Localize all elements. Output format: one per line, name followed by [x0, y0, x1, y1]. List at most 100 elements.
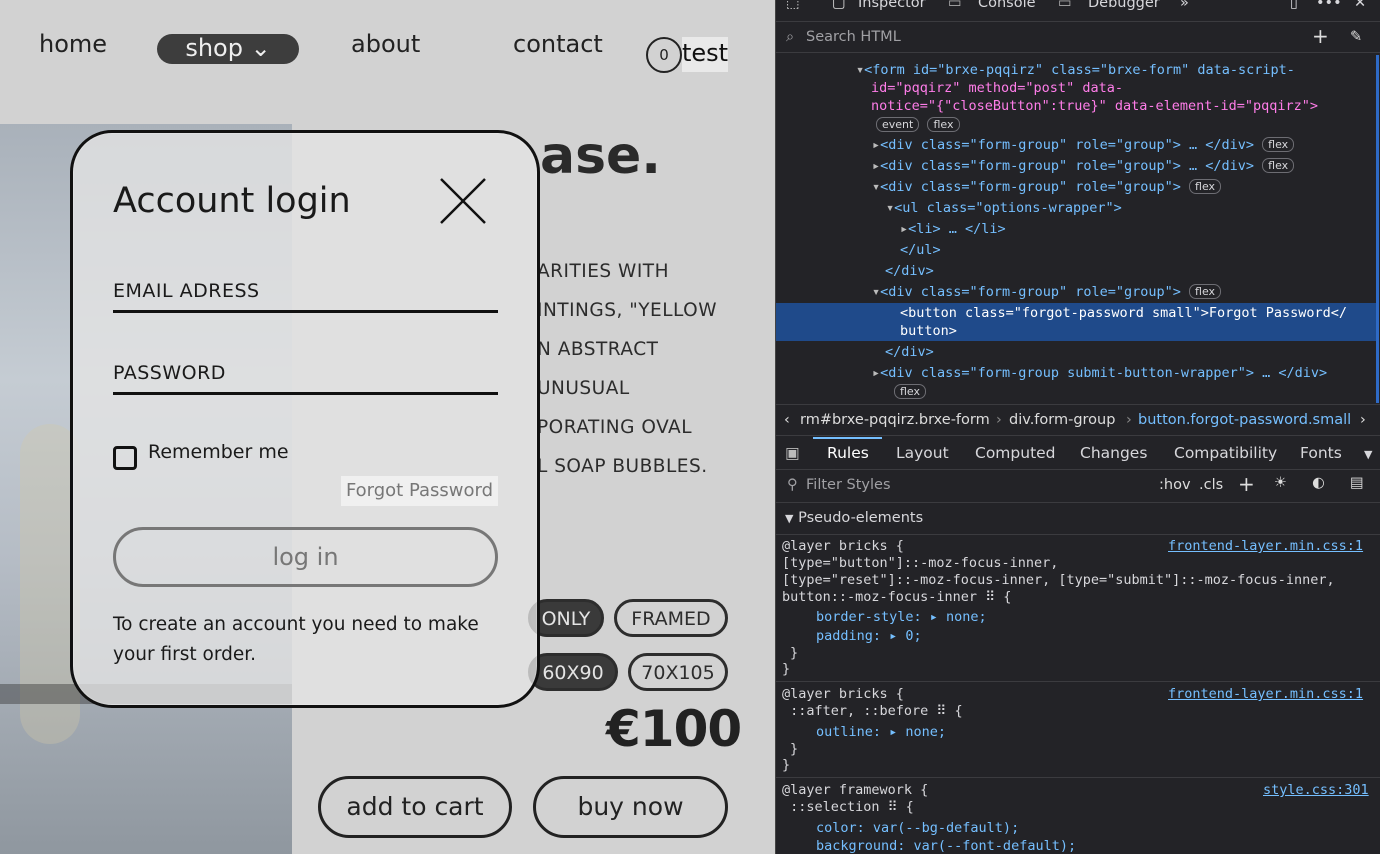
- buy-now-button[interactable]: buy now: [533, 776, 728, 838]
- rule-declaration[interactable]: background: var(--font-default);: [816, 838, 1076, 854]
- website-viewport: home shop ⌄ about contact 0 test ase. AR…: [0, 0, 775, 854]
- tab-debugger[interactable]: Debugger: [1088, 0, 1160, 11]
- dark-mode-icon[interactable]: ◐: [1312, 475, 1325, 491]
- breadcrumb-separator-icon: ›: [996, 412, 1002, 428]
- sidebar-toggle-icon[interactable]: ▣: [785, 444, 800, 462]
- element-picker-icon[interactable]: ⬚: [786, 0, 800, 11]
- html-search-input[interactable]: Search HTML: [806, 29, 901, 45]
- nav-shop-link[interactable]: shop ⌄: [157, 34, 299, 64]
- description-line: ARITIES WITH: [537, 261, 669, 282]
- tree-line[interactable]: ▾<div class="form-group" role="group"> f…: [872, 178, 1222, 196]
- rule-selector[interactable]: ::after, ::before ⠿ {: [782, 703, 962, 720]
- light-mode-icon[interactable]: ☀: [1274, 475, 1287, 491]
- size-option-60x90[interactable]: 60X90: [528, 653, 618, 691]
- dock-icon[interactable]: ▯: [1290, 0, 1298, 11]
- remember-me-label[interactable]: Remember me: [148, 441, 289, 463]
- rule-selector[interactable]: [type="button"]::-moz-focus-inner, [type…: [782, 555, 1335, 606]
- nav-about-link[interactable]: about: [351, 30, 420, 58]
- tab-rules[interactable]: Rules: [827, 444, 869, 462]
- breadcrumb-next-icon[interactable]: ›: [1360, 412, 1366, 428]
- active-tab-indicator: [813, 437, 882, 439]
- divider: [776, 681, 1380, 682]
- rule-declaration[interactable]: outline: ▸ none;: [816, 724, 946, 741]
- rule-brace: }: [782, 757, 791, 773]
- tree-line[interactable]: </div>: [885, 343, 934, 361]
- tab-inspector[interactable]: Inspector: [858, 0, 926, 11]
- tree-line-selected[interactable]: <button class="forgot-password small">Fo…: [900, 304, 1347, 322]
- rule-layer: @layer bricks {: [782, 686, 904, 702]
- rule-declaration[interactable]: border-style: ▸ none;: [816, 609, 987, 626]
- filter-styles-bar: ⚲ Filter Styles :hov .cls + ☀ ◐ ▤: [776, 471, 1380, 503]
- tree-line[interactable]: ▸<div class="form-group submit-button-wr…: [872, 364, 1327, 382]
- devtools-panel: ⬚ ▢ Inspector ▭ Console ▭ Debugger » ▯ •…: [775, 0, 1380, 854]
- eyedropper-icon[interactable]: ✎: [1350, 29, 1362, 45]
- rule-source-link[interactable]: frontend-layer.min.css:1: [1168, 538, 1363, 555]
- tree-line-selected[interactable]: button>: [900, 322, 957, 340]
- menu-icon[interactable]: •••: [1316, 0, 1342, 11]
- rules-panel: ▼ Pseudo-elements @layer bricks { fronte…: [776, 504, 1380, 854]
- add-node-icon[interactable]: +: [1312, 24, 1329, 48]
- print-media-icon[interactable]: ▤: [1350, 475, 1364, 491]
- format-option-framed[interactable]: FRAMED: [614, 599, 728, 637]
- tree-line[interactable]: ▾<div class="form-group" role="group"> f…: [872, 283, 1222, 301]
- tree-line[interactable]: ▸<div class="form-group" role="group"> ……: [872, 136, 1295, 154]
- product-title: ase.: [540, 126, 662, 186]
- breadcrumb: ‹ rm#brxe-pqqirz.brxe-form › div.form-gr…: [776, 404, 1380, 436]
- tab-compatibility[interactable]: Compatibility: [1174, 444, 1277, 462]
- tab-fonts[interactable]: Fonts: [1300, 444, 1342, 462]
- add-to-cart-button[interactable]: add to cart: [318, 776, 512, 838]
- hover-state-toggle[interactable]: :hov: [1159, 477, 1191, 493]
- description-line: PORATING OVAL: [537, 417, 693, 438]
- rule-selector[interactable]: ::selection ⠿ {: [782, 799, 914, 816]
- tree-badges[interactable]: event flex: [876, 116, 960, 134]
- password-field[interactable]: [113, 392, 498, 395]
- cart-count-badge[interactable]: 0: [646, 37, 682, 73]
- remember-me-checkbox[interactable]: [113, 446, 137, 470]
- nav-test-link[interactable]: test: [682, 37, 728, 72]
- pseudo-elements-header[interactable]: ▼ Pseudo-elements: [785, 510, 923, 527]
- devtools-toolbar: ⬚ ▢ Inspector ▭ Console ▭ Debugger » ▯ •…: [776, 0, 1380, 22]
- tree-line[interactable]: ▾<form id="brxe-pqqirz" class="brxe-form…: [856, 61, 1295, 79]
- divider: [776, 777, 1380, 778]
- close-icon[interactable]: [439, 177, 487, 225]
- email-field[interactable]: [113, 310, 498, 313]
- rule-declaration[interactable]: padding: ▸ 0;: [816, 628, 922, 645]
- size-option-70x105[interactable]: 70X105: [628, 653, 728, 691]
- tree-line[interactable]: id="pqqirz" method="post" data-: [871, 79, 1123, 97]
- rule-brace: }: [790, 645, 799, 661]
- add-rule-icon[interactable]: +: [1238, 472, 1255, 496]
- login-button[interactable]: log in: [113, 527, 498, 587]
- description-line: L SOAP BUBBLES.: [537, 456, 708, 477]
- tab-changes[interactable]: Changes: [1080, 444, 1147, 462]
- tab-layout[interactable]: Layout: [896, 444, 949, 462]
- breadcrumb-prev-icon[interactable]: ‹: [784, 412, 790, 428]
- tab-computed[interactable]: Computed: [975, 444, 1056, 462]
- nav-home-link[interactable]: home: [39, 30, 107, 58]
- rule-source-link[interactable]: style.css:301: [1263, 782, 1369, 799]
- account-note: To create an account you need to make yo…: [113, 614, 479, 665]
- html-search-bar[interactable]: ⌕ Search HTML + ✎: [776, 23, 1380, 53]
- tree-line[interactable]: notice="{"closeButton":true}" data-eleme…: [871, 97, 1318, 115]
- rule-declaration[interactable]: color: var(--bg-default);: [816, 820, 1019, 837]
- close-devtools-icon[interactable]: ✕: [1354, 0, 1366, 11]
- tree-line[interactable]: ▸<div class="form-group" role="group"> ……: [872, 157, 1295, 175]
- more-panels-icon[interactable]: ▼: [1364, 448, 1372, 461]
- tree-line[interactable]: ▸<li> … </li>: [900, 220, 1006, 238]
- rule-brace: }: [790, 741, 799, 757]
- filter-styles-input[interactable]: Filter Styles: [806, 477, 891, 493]
- class-toggle[interactable]: .cls: [1199, 477, 1223, 493]
- rule-source-link[interactable]: frontend-layer.min.css:1: [1168, 686, 1363, 703]
- breadcrumb-item[interactable]: rm#brxe-pqqirz.brxe-form: [800, 412, 990, 428]
- description-line: INTINGS, "YELLOW: [537, 300, 718, 321]
- more-tabs-icon[interactable]: »: [1180, 0, 1189, 11]
- tree-badges[interactable]: flex: [894, 383, 927, 401]
- breadcrumb-item-current[interactable]: button.forgot-password.small: [1138, 412, 1351, 428]
- tree-line[interactable]: </div>: [885, 262, 934, 280]
- tab-console[interactable]: Console: [978, 0, 1036, 11]
- tree-line[interactable]: </ul>: [900, 241, 941, 259]
- breadcrumb-item[interactable]: div.form-group: [1009, 412, 1115, 428]
- tree-line[interactable]: ▾<ul class="options-wrapper">: [886, 199, 1122, 217]
- nav-contact-link[interactable]: contact: [513, 30, 603, 58]
- inspector-icon: ▢: [832, 0, 846, 11]
- forgot-password-button[interactable]: Forgot Password: [341, 476, 498, 506]
